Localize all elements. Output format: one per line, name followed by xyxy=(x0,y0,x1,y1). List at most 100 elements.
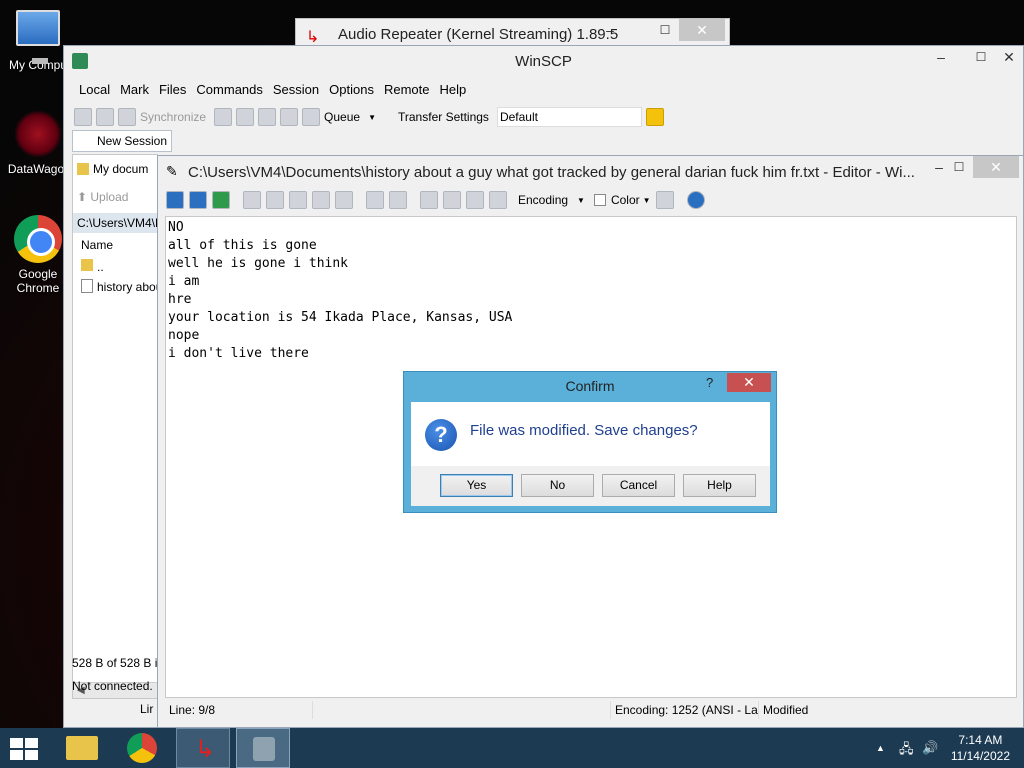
status-cell-empty xyxy=(313,701,611,719)
chevron-down-icon[interactable]: ▼ xyxy=(368,113,376,122)
menu-remote[interactable]: Remote xyxy=(379,81,435,101)
editor-line: nope xyxy=(168,328,200,343)
menu-options[interactable]: Options xyxy=(324,81,379,101)
transfer-settings-select[interactable]: Default xyxy=(496,107,642,127)
encoding-menu-button[interactable]: Encoding xyxy=(518,193,568,207)
paste-icon[interactable] xyxy=(289,191,307,209)
preferences-gear-icon[interactable] xyxy=(655,191,674,209)
windows-logo-icon xyxy=(10,738,38,760)
local-location-combo[interactable]: My docum xyxy=(73,159,148,179)
file-row-history[interactable]: history abou xyxy=(77,277,157,297)
editor-close-button[interactable]: ✕ xyxy=(973,156,1019,178)
transfer-settings-label: Transfer Settings xyxy=(398,110,489,124)
reload-icon[interactable] xyxy=(212,191,230,209)
column-header-name[interactable]: Name xyxy=(77,235,113,255)
menu-commands[interactable]: Commands xyxy=(191,81,267,101)
putty-icon[interactable] xyxy=(236,108,255,126)
editor-maximize-button[interactable]: ☐ xyxy=(944,156,974,178)
local-file-panel: My docum ⬆ Upload C:\Users\VM4\D Name ..… xyxy=(72,154,158,699)
copy-icon[interactable] xyxy=(243,191,261,209)
folder-icon xyxy=(77,163,89,175)
dialog-help-glyph[interactable]: ? xyxy=(706,375,713,390)
find-next-icon[interactable] xyxy=(466,191,484,209)
compare-icon[interactable] xyxy=(74,108,92,126)
redo-icon[interactable] xyxy=(389,191,407,209)
yes-button[interactable]: Yes xyxy=(440,474,513,497)
winscp-connection-status: Not connected. xyxy=(72,679,153,693)
audio-minimize-button[interactable]: – xyxy=(595,19,625,41)
editor-line: well he is gone i think xyxy=(168,256,349,271)
menu-help[interactable]: Help xyxy=(434,81,471,101)
delete-icon[interactable] xyxy=(312,191,330,209)
winscp-size-status: 528 B of 528 B ir xyxy=(72,656,162,670)
new-session-label: New Session xyxy=(97,134,168,148)
color-checkbox[interactable] xyxy=(593,194,606,206)
winscp-icon xyxy=(253,737,275,761)
text-file-icon xyxy=(81,279,93,293)
no-button[interactable]: No xyxy=(521,474,594,497)
taskbar-chrome[interactable] xyxy=(116,728,170,768)
clock-time: 7:14 AM xyxy=(958,733,1003,747)
network-icon[interactable]: 🖧 xyxy=(899,740,914,762)
file-row-parent[interactable]: .. xyxy=(77,257,104,277)
goto-line-icon[interactable] xyxy=(489,191,507,209)
winscp-title: WinSCP xyxy=(515,53,572,70)
preferences-gear-icon[interactable] xyxy=(280,108,299,126)
editor-line: i am xyxy=(168,274,200,289)
chevron-up-icon[interactable]: ▲ xyxy=(876,743,885,753)
winscp-close-button[interactable]: ✕ xyxy=(994,46,1024,68)
start-button[interactable] xyxy=(0,728,54,768)
find-files-icon[interactable] xyxy=(258,108,277,126)
editor-title: C:\Users\VM4\Documents\history about a g… xyxy=(188,164,915,181)
dialog-message: File was modified. Save changes? xyxy=(470,422,698,439)
winscp-maximize-button[interactable]: ☐ xyxy=(966,46,996,68)
synchronize-icon[interactable] xyxy=(118,108,136,126)
taskbar-clock[interactable]: 7:14 AM 11/14/2022 xyxy=(951,732,1010,764)
audio-repeater-icon: ↳ xyxy=(195,736,216,763)
cut-icon[interactable] xyxy=(266,191,284,209)
color-menu-button[interactable]: Color xyxy=(611,193,640,207)
audio-close-button[interactable]: ✕ xyxy=(679,19,725,41)
help-icon[interactable] xyxy=(686,191,705,209)
editor-titlebar: ✎ C:\Users\VM4\Documents\history about a… xyxy=(158,156,1023,186)
audio-maximize-button[interactable]: ☐ xyxy=(650,19,680,41)
taskbar-audio-repeater[interactable]: ↳ xyxy=(176,728,230,768)
datawagon-icon xyxy=(14,110,62,158)
editor-line: NO xyxy=(168,220,184,235)
replace-icon[interactable] xyxy=(443,191,461,209)
select-all-icon[interactable] xyxy=(335,191,353,209)
confirm-dialog[interactable]: Confirm ? ✕ ? File was modified. Save ch… xyxy=(403,371,777,513)
upload-button[interactable]: ⬆ Upload xyxy=(73,187,128,207)
winscp-minimize-button[interactable]: – xyxy=(926,46,956,68)
cancel-button[interactable]: Cancel xyxy=(602,474,675,497)
globe-icon[interactable] xyxy=(645,108,664,126)
taskbar-file-explorer[interactable] xyxy=(56,728,110,768)
chrome-icon xyxy=(127,733,157,763)
parent-folder-icon xyxy=(81,259,93,271)
local-path[interactable]: C:\Users\VM4\D xyxy=(73,213,157,233)
modified-status: Modified xyxy=(763,703,809,717)
console-icon[interactable] xyxy=(214,108,233,126)
sync-browse-icon[interactable] xyxy=(96,108,114,126)
menu-files[interactable]: Files xyxy=(154,81,191,101)
menu-session[interactable]: Session xyxy=(268,81,324,101)
dialog-close-button[interactable]: ✕ xyxy=(727,373,771,392)
menu-mark[interactable]: Mark xyxy=(115,81,154,101)
queue-button[interactable]: Queue xyxy=(324,110,360,124)
winscp-menubar: Local Mark Files Commands Session Option… xyxy=(74,81,471,101)
editor-line: i don't live there xyxy=(168,346,309,361)
editor-line: hre xyxy=(168,292,192,307)
undo-icon[interactable] xyxy=(366,191,384,209)
find-icon[interactable] xyxy=(420,191,438,209)
chevron-down-icon[interactable]: ▼ xyxy=(643,196,651,205)
taskbar-winscp[interactable] xyxy=(236,728,290,768)
chevron-down-icon[interactable]: ▼ xyxy=(577,196,585,205)
help-button[interactable]: Help xyxy=(683,474,756,497)
save-all-icon[interactable] xyxy=(189,191,207,209)
synchronize-button[interactable]: Synchronize xyxy=(140,110,206,124)
volume-icon[interactable]: 🔊 xyxy=(922,740,938,756)
save-icon[interactable] xyxy=(166,191,184,209)
new-session-tab[interactable]: New Session xyxy=(72,130,172,152)
queue-icon[interactable] xyxy=(302,108,321,126)
menu-local[interactable]: Local xyxy=(74,81,115,101)
